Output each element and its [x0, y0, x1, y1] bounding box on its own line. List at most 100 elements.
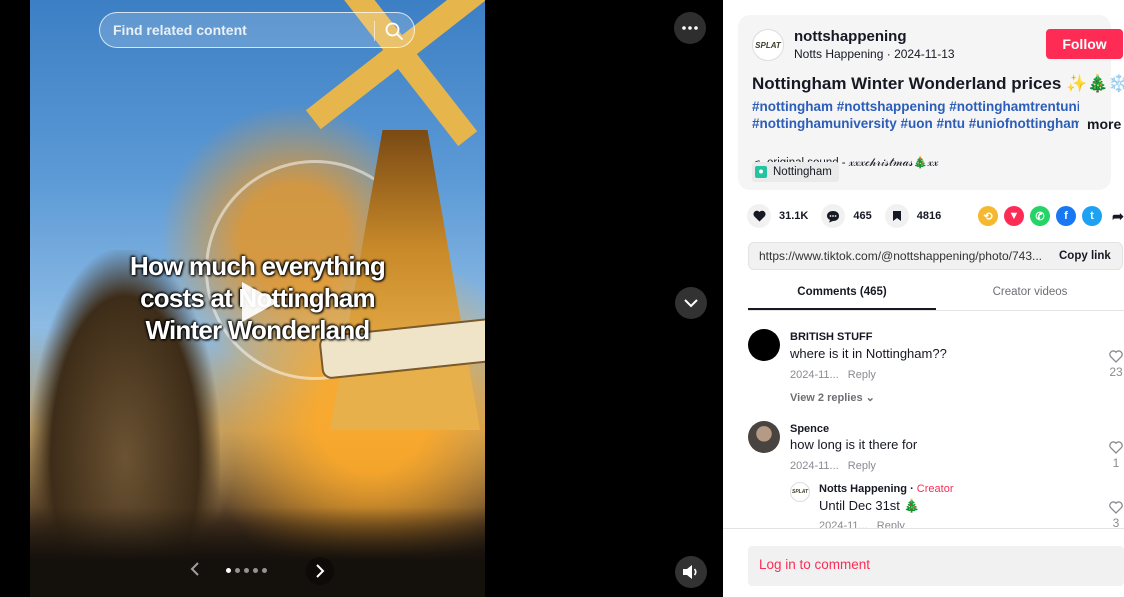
- whatsapp-icon[interactable]: ✆: [1030, 206, 1050, 226]
- post-title: Nottingham Winter Wonderland prices ✨🎄❄️: [752, 74, 1124, 93]
- post-info-card: SPLAT nottshappening Notts Happening · 2…: [738, 15, 1124, 190]
- reply-text: Until Dec 31st 🎄: [819, 498, 920, 513]
- reply-display-name[interactable]: Notts Happening: [819, 483, 907, 495]
- comment-username[interactable]: BRITISH STUFF: [790, 331, 873, 343]
- view-replies-button[interactable]: View 2 replies ⌄: [790, 391, 875, 404]
- comment-count: 465: [853, 210, 872, 222]
- reply-button[interactable]: Reply: [848, 460, 876, 472]
- reply-meta: 2024-11... Reply: [819, 520, 905, 528]
- location-pin-icon: [755, 166, 767, 178]
- comment-text: where is it in Nottingham??: [790, 346, 947, 361]
- commenter-avatar[interactable]: [748, 421, 780, 453]
- reply-like-count: 3: [1112, 516, 1120, 528]
- carousel-dot[interactable]: [226, 568, 231, 573]
- creator-display-name: Notts Happening: [794, 47, 884, 61]
- comment-date: 2024-11...: [790, 460, 839, 472]
- save-button[interactable]: 4816: [884, 204, 942, 228]
- creator-subline: Notts Happening · 2024-11-13: [794, 47, 955, 61]
- play-icon[interactable]: [240, 280, 280, 324]
- bookmark-icon: [884, 204, 909, 228]
- details-panel: SPLAT nottshappening Notts Happening · 2…: [723, 0, 1124, 597]
- meta-separator: ·: [886, 47, 895, 61]
- share-forward-icon[interactable]: ➦: [1108, 206, 1124, 226]
- ellipsis-icon: [682, 26, 698, 30]
- more-options-button[interactable]: [674, 12, 706, 44]
- comment-username[interactable]: Spence: [790, 423, 829, 435]
- avatar-logo: SPLAT: [755, 40, 781, 50]
- engagement-actions: 31.1K 465 4816: [747, 204, 954, 228]
- comment-meta: 2024-11... Reply: [790, 369, 876, 381]
- reply-date: 2024-11...: [819, 520, 868, 528]
- heart-icon: [747, 204, 771, 228]
- comment-tabs: Comments (465) Creator videos: [748, 278, 1124, 311]
- tiktok-photo-page: How much everything costs at Nottingham …: [0, 0, 1124, 597]
- carousel-dot[interactable]: [253, 568, 258, 573]
- reply-button[interactable]: Reply: [848, 369, 876, 381]
- chevron-down-icon: [684, 299, 698, 308]
- related-content-search[interactable]: [99, 12, 415, 48]
- comment-button[interactable]: 465: [821, 204, 872, 228]
- crowd-graphic: [30, 507, 485, 597]
- comment-bubble-icon: [821, 204, 846, 228]
- creator-avatar[interactable]: SPLAT: [752, 29, 784, 61]
- comment-login-bar: Log in to comment: [723, 528, 1124, 597]
- carousel-dot[interactable]: [262, 568, 267, 573]
- comment-date: 2024-11...: [790, 369, 839, 381]
- carousel-next-button[interactable]: [306, 557, 334, 585]
- save-count: 4816: [916, 210, 942, 222]
- post-hashtags[interactable]: #nottingham #nottshappening #nottinghamt…: [752, 98, 1079, 132]
- comment-meta: 2024-11... Reply: [790, 460, 876, 472]
- location-tag[interactable]: Nottingham: [752, 162, 839, 182]
- commenter-avatar[interactable]: [748, 329, 780, 361]
- reply-button[interactable]: Reply: [877, 520, 905, 528]
- search-icon[interactable]: [384, 21, 404, 41]
- carousel-dot[interactable]: [235, 568, 240, 573]
- facebook-icon[interactable]: f: [1056, 206, 1076, 226]
- hashtags-line[interactable]: #nottinghamuniversity #uon #ntu #uniofno…: [752, 115, 1079, 132]
- follow-button[interactable]: Follow: [1046, 29, 1123, 59]
- expand-caption-link[interactable]: more: [1087, 116, 1121, 132]
- comment-list: BRITISH STUFF where is it in Nottingham?…: [723, 312, 1124, 528]
- tab-creator-videos[interactable]: Creator videos: [936, 278, 1124, 310]
- send-icon[interactable]: ▼: [1004, 206, 1024, 226]
- carousel-prev-button[interactable]: [183, 557, 207, 581]
- search-input[interactable]: [113, 22, 363, 38]
- speaker-icon: [683, 565, 697, 579]
- login-to-comment-button[interactable]: Log in to comment: [748, 546, 1124, 586]
- copy-link-box: https://www.tiktok.com/@nottshappening/p…: [748, 242, 1123, 270]
- view-replies-label: View 2 replies: [790, 392, 863, 404]
- comment-text: how long is it there for: [790, 437, 918, 452]
- heart-outline-icon: [1109, 350, 1123, 363]
- media-viewer: How much everything costs at Nottingham …: [0, 0, 723, 597]
- chevron-right-icon: [316, 564, 325, 578]
- carousel-dots: [226, 568, 267, 573]
- volume-button[interactable]: [675, 556, 707, 588]
- next-post-button[interactable]: [675, 287, 707, 319]
- comment-like-count: 23: [1109, 365, 1123, 379]
- carousel-dot[interactable]: [244, 568, 249, 573]
- overlay-line: How much everything: [130, 251, 386, 281]
- copy-link-button[interactable]: Copy link: [1049, 250, 1111, 262]
- reply-username[interactable]: Notts Happening · Creator: [819, 483, 953, 495]
- comment-like-button[interactable]: 1: [1108, 441, 1124, 470]
- avatar-logo: SPLAT: [791, 489, 809, 495]
- post-date: 2024-11-13: [894, 47, 955, 61]
- chevron-left-icon: [190, 562, 199, 576]
- heart-outline-icon: [1109, 441, 1123, 454]
- location-label: Nottingham: [773, 166, 832, 178]
- chevron-down-icon: ⌄: [865, 392, 875, 404]
- comment-like-button[interactable]: 23: [1108, 350, 1124, 379]
- search-divider: [374, 21, 375, 41]
- hashtags-line[interactable]: #nottingham #nottshappening #nottinghamt…: [752, 98, 1079, 115]
- repost-icon[interactable]: ⟲: [978, 206, 998, 226]
- creator-username[interactable]: nottshappening: [794, 28, 907, 45]
- like-count: 31.1K: [779, 210, 809, 222]
- post-url: https://www.tiktok.com/@nottshappening/p…: [759, 249, 1043, 263]
- creator-badge-label: Creator: [916, 483, 954, 495]
- tab-comments[interactable]: Comments (465): [748, 278, 936, 310]
- share-buttons: ⟲ ▼ ✆ f t ➦: [978, 206, 1124, 226]
- twitter-icon[interactable]: t: [1082, 206, 1102, 226]
- reply-like-button[interactable]: 3: [1108, 501, 1124, 528]
- creator-reply-avatar[interactable]: SPLAT: [790, 482, 810, 502]
- like-button[interactable]: 31.1K: [747, 204, 808, 228]
